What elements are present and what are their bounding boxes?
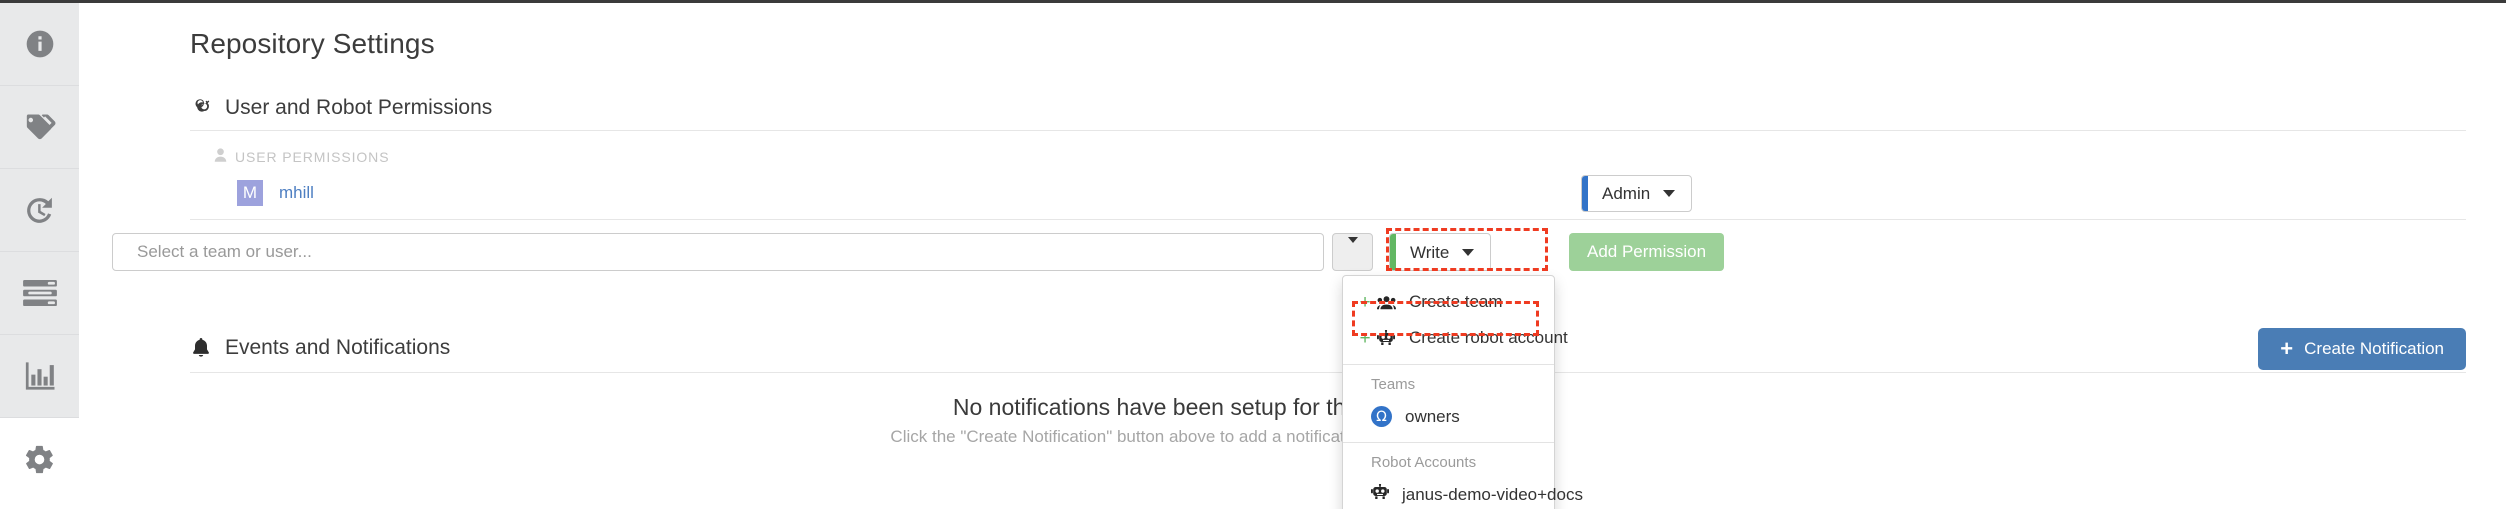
select-team-or-user-input[interactable]: Select a team or user... bbox=[112, 233, 1324, 271]
permission-row-mhill: M mhill Admin bbox=[190, 167, 2466, 219]
chevron-down-icon bbox=[1663, 189, 1691, 197]
permissions-section-header: User and Robot Permissions bbox=[190, 96, 2466, 120]
sidebar-item-history[interactable] bbox=[0, 169, 79, 252]
plus-icon: + bbox=[1359, 327, 1371, 349]
page-title: Repository Settings bbox=[190, 28, 435, 59]
sidebar-item-information[interactable] bbox=[0, 3, 79, 86]
add-permission-button[interactable]: Add Permission bbox=[1569, 233, 1725, 271]
role-dropdown-value: Admin bbox=[1602, 183, 1651, 203]
plus-icon: + bbox=[1359, 291, 1371, 313]
history-icon bbox=[23, 194, 56, 227]
select-team-or-user-placeholder: Select a team or user... bbox=[137, 242, 312, 261]
dropdown-item-label: Create team bbox=[1409, 292, 1503, 311]
dropdown-item-label: owners bbox=[1405, 406, 1460, 426]
permissions-row-divider bbox=[190, 219, 2466, 220]
dropdown-item-team-owners[interactable]: Ω owners bbox=[1343, 399, 1554, 434]
role-dropdown-value: Write bbox=[1410, 242, 1450, 262]
info-circle-icon bbox=[24, 28, 56, 60]
entity-dropdown-toggle[interactable] bbox=[1332, 233, 1373, 271]
role-dropdown-admin[interactable]: Admin bbox=[1581, 174, 1693, 212]
dropdown-divider bbox=[1343, 364, 1554, 365]
sidebar-item-tags[interactable] bbox=[0, 86, 79, 169]
bar-chart-icon bbox=[23, 361, 56, 391]
server-list-icon bbox=[22, 280, 57, 306]
dropdown-item-label: Create robot account bbox=[1409, 328, 1568, 347]
gear-icon bbox=[23, 443, 56, 476]
permissions-section-divider bbox=[190, 130, 2466, 131]
robot-icon bbox=[1373, 330, 1399, 346]
chevron-down-icon bbox=[1462, 248, 1490, 256]
team-group-icon bbox=[1373, 295, 1399, 310]
events-section-title: Events and Notifications bbox=[225, 336, 451, 359]
dropdown-item-create-robot-account[interactable]: + Create robot account bbox=[1343, 320, 1567, 356]
quay-repository-settings-page: Repository Settings User and Robot Permi… bbox=[0, 0, 2506, 509]
dropdown-item-create-team[interactable]: + Create team bbox=[1343, 284, 1554, 320]
permission-user-link[interactable]: mhill bbox=[279, 183, 314, 203]
main-content: Repository Settings User and Robot Permi… bbox=[79, 3, 2506, 509]
events-section-header: Events and Notifications bbox=[190, 336, 2466, 360]
bell-icon bbox=[190, 337, 212, 359]
create-notification-button-label: Create Notification bbox=[2304, 339, 2444, 358]
user-icon bbox=[214, 148, 227, 165]
robot-icon bbox=[1371, 483, 1389, 505]
empty-state-subtitle: Click the "Create Notification" button a… bbox=[890, 427, 1537, 446]
dropdown-group-header-robot-accounts: Robot Accounts bbox=[1371, 454, 1477, 471]
dropdown-item-label: janus-demo-video+docs bbox=[1402, 484, 1583, 504]
dropdown-item-robot-janus-demo-video-docs[interactable]: janus-demo-video+docs bbox=[1343, 477, 1583, 509]
plus-icon: + bbox=[2280, 336, 2294, 361]
events-section-divider bbox=[190, 372, 2466, 373]
user-permissions-label: USER PERMISSIONS bbox=[214, 148, 389, 165]
entity-dropdown-menu: + Create team + Create robot account Tea… bbox=[1342, 275, 1583, 509]
dropdown-divider bbox=[1343, 442, 1554, 443]
caret-down-icon bbox=[1347, 237, 1358, 261]
key-icon bbox=[190, 97, 212, 119]
create-notification-button[interactable]: + Create Notification bbox=[2258, 328, 2466, 370]
dropdown-group-header-teams: Teams bbox=[1371, 376, 1416, 393]
omega-team-icon: Ω bbox=[1371, 406, 1392, 427]
sidebar-item-builds[interactable] bbox=[0, 252, 79, 335]
avatar: M bbox=[237, 180, 263, 206]
role-dropdown-write[interactable]: Write bbox=[1389, 233, 1492, 271]
user-permissions-label-text: USER PERMISSIONS bbox=[235, 148, 390, 165]
empty-state-title: No notifications have been setup for thi… bbox=[952, 394, 1475, 420]
permissions-section-title: User and Robot Permissions bbox=[225, 96, 493, 119]
tags-icon bbox=[23, 110, 57, 144]
